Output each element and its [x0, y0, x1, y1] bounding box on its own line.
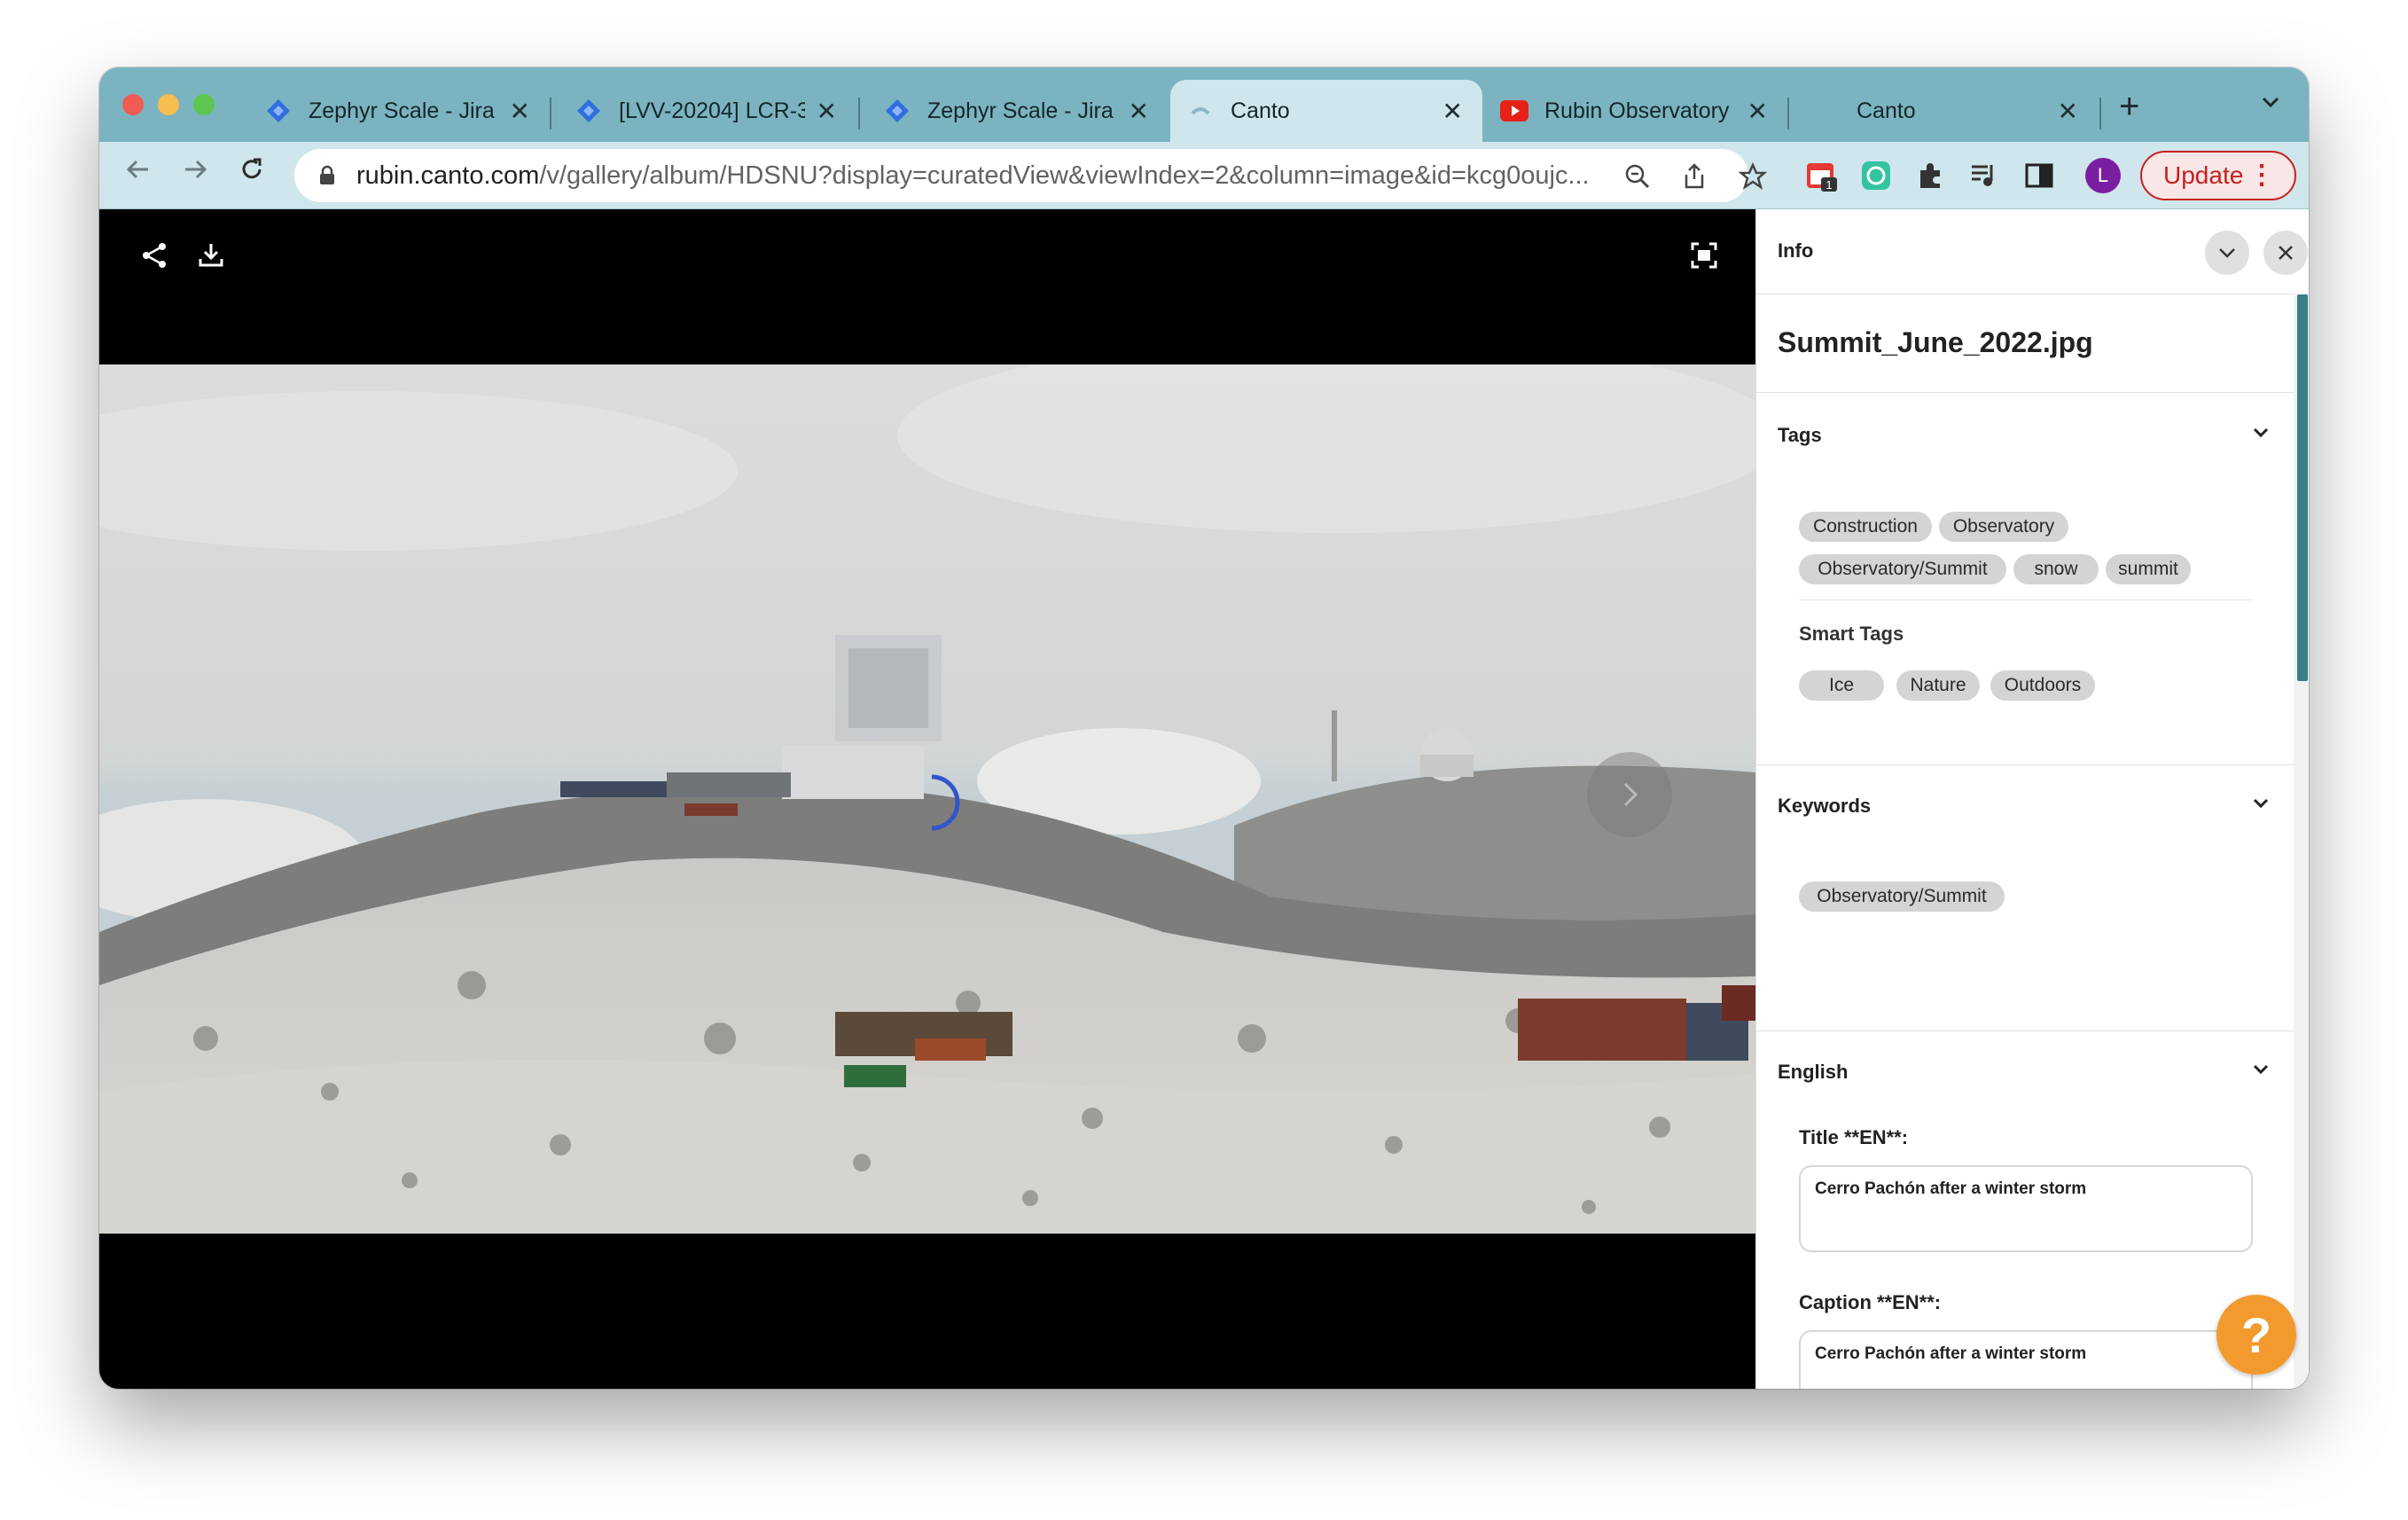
- help-button[interactable]: ?: [2216, 1295, 2296, 1375]
- close-icon: [2279, 246, 2293, 260]
- tab-search-chevron-icon[interactable]: [2259, 90, 2282, 120]
- smart-tags-label: Smart Tags: [1799, 623, 1904, 645]
- tab-zephyr-scale-1[interactable]: Zephyr Scale - Jira ✕: [248, 80, 550, 142]
- jira-diamond-icon: [264, 97, 293, 125]
- address-bar[interactable]: rubin.canto.com/v/gallery/album/HDSNU?di…: [294, 149, 1768, 202]
- image-viewer: [99, 209, 1755, 1389]
- tag-chip[interactable]: Construction: [1799, 512, 1932, 542]
- loading-spinner-icon: [931, 774, 960, 831]
- close-panel-button[interactable]: [2263, 231, 2308, 275]
- smart-tag-chip[interactable]: Ice: [1799, 670, 1884, 701]
- url-text: rubin.canto.com/v/gallery/album/HDSNU?di…: [356, 161, 1615, 191]
- puzzle-extensions-icon[interactable]: [1915, 160, 1947, 192]
- tab-separator: [1787, 98, 1789, 129]
- tab-zephyr-scale-2[interactable]: Zephyr Scale - Jira ✕: [867, 80, 1169, 142]
- tab-strip: Zephyr Scale - Jira ✕ [LVV-20204] LCR-3 …: [99, 67, 2309, 142]
- side-panel-icon[interactable]: [2023, 160, 2055, 192]
- update-button-label: Update: [2163, 161, 2244, 189]
- caption-en-field[interactable]: Cerro Pachón after a winter storm: [1799, 1330, 2253, 1389]
- download-icon[interactable]: [195, 239, 227, 271]
- info-panel: Info Summit_June_2022.jpg Tags Construct…: [1755, 209, 2309, 1389]
- close-tab-icon[interactable]: ✕: [510, 97, 530, 126]
- panel-scrollbar-thumb[interactable]: [2297, 294, 2308, 681]
- tab-canto-2[interactable]: Canto ✕: [1796, 80, 2098, 142]
- tag-chip[interactable]: Observatory/Summit: [1799, 554, 2006, 584]
- tab-separator: [2099, 98, 2101, 129]
- bookmark-star-icon[interactable]: [1738, 161, 1768, 192]
- close-tab-icon[interactable]: ✕: [1747, 97, 1768, 126]
- keywords-section-title: Keywords: [1778, 795, 1872, 817]
- file-name: Summit_June_2022.jpg: [1778, 326, 2093, 358]
- canto-icon: [1186, 97, 1215, 125]
- media-queue-icon[interactable]: [1968, 160, 2000, 192]
- close-tab-icon[interactable]: ✕: [817, 97, 837, 126]
- caption-en-label: Caption **EN**:: [1799, 1291, 1942, 1313]
- new-tab-button[interactable]: +: [2119, 87, 2139, 126]
- tags-chevron-down-icon[interactable]: [2249, 420, 2272, 443]
- maximize-window-button[interactable]: [193, 94, 215, 115]
- close-tab-icon[interactable]: ✕: [2058, 97, 2078, 126]
- tab-canto-active[interactable]: Canto ✕: [1170, 80, 1482, 142]
- chevron-down-icon: [2219, 248, 2235, 258]
- jira-diamond-icon: [575, 97, 603, 125]
- minimize-window-button[interactable]: [158, 94, 179, 115]
- divider: [1756, 1030, 2294, 1031]
- share-icon[interactable]: [138, 239, 170, 271]
- divider: [1756, 392, 2294, 393]
- tag-chip[interactable]: snow: [2013, 554, 2099, 584]
- tag-chip[interactable]: summit: [2106, 554, 2191, 584]
- youtube-icon: [1500, 97, 1528, 125]
- info-panel-title: Info: [1778, 239, 1814, 262]
- tag-chip[interactable]: Observatory: [1939, 512, 2068, 542]
- browser-toolbar: rubin.canto.com/v/gallery/album/HDSNU?di…: [99, 142, 2309, 209]
- url-path: /v/gallery/album/HDSNU?display=curatedVi…: [539, 161, 1590, 190]
- keyword-chip[interactable]: Observatory/Summit: [1799, 881, 2005, 912]
- lock-icon: [320, 165, 334, 184]
- extension-badge-count: 1: [1826, 178, 1832, 192]
- reload-icon[interactable]: [231, 154, 273, 192]
- close-tab-icon[interactable]: ✕: [1442, 97, 1463, 126]
- tab-lvv-20204[interactable]: [LVV-20204] LCR-3 ✕: [559, 80, 856, 142]
- english-chevron-down-icon[interactable]: [2249, 1057, 2272, 1080]
- close-tab-icon[interactable]: ✕: [1129, 97, 1149, 126]
- tags-section-title: Tags: [1778, 424, 1822, 446]
- blank-page-icon: [1812, 97, 1841, 125]
- info-panel-header: Info: [1756, 209, 2308, 294]
- divider: [1756, 764, 2294, 765]
- kebab-menu-icon[interactable]: ⋮: [2248, 160, 2275, 191]
- grammar-extension-icon[interactable]: [1860, 160, 1892, 192]
- english-section-title: English: [1778, 1061, 1849, 1083]
- forward-arrow-icon[interactable]: [174, 154, 216, 192]
- back-arrow-icon[interactable]: [117, 154, 160, 192]
- jira-diamond-icon: [883, 97, 911, 125]
- title-en-field[interactable]: Cerro Pachón after a winter storm: [1799, 1165, 2253, 1252]
- url-host: rubin.canto.com: [356, 161, 540, 190]
- tab-separator: [550, 98, 551, 129]
- keywords-chevron-down-icon[interactable]: [2249, 791, 2272, 814]
- collapse-panel-button[interactable]: [2205, 231, 2249, 275]
- zoom-icon[interactable]: [1622, 161, 1653, 192]
- smart-tag-chip[interactable]: Outdoors: [1990, 670, 2095, 701]
- tab-rubin-observatory[interactable]: Rubin Observatory ✕: [1484, 80, 1787, 142]
- browser-window: Zephyr Scale - Jira ✕ [LVV-20204] LCR-3 …: [99, 67, 2309, 1389]
- chevron-right-icon: [1623, 782, 1638, 807]
- fullscreen-icon[interactable]: [1688, 239, 1720, 271]
- calendar-extension-icon[interactable]: 1: [1805, 160, 1837, 192]
- title-en-label: Title **EN**:: [1799, 1126, 1909, 1148]
- smart-tag-chip[interactable]: Nature: [1896, 670, 1980, 701]
- tab-separator: [858, 98, 860, 129]
- profile-avatar[interactable]: L: [2085, 158, 2121, 193]
- next-image-button[interactable]: [1587, 752, 1672, 837]
- close-window-button[interactable]: [122, 94, 144, 115]
- divider: [1799, 599, 2253, 600]
- share-page-icon[interactable]: [1679, 161, 1709, 192]
- update-button[interactable]: Update ⋮: [2140, 151, 2296, 200]
